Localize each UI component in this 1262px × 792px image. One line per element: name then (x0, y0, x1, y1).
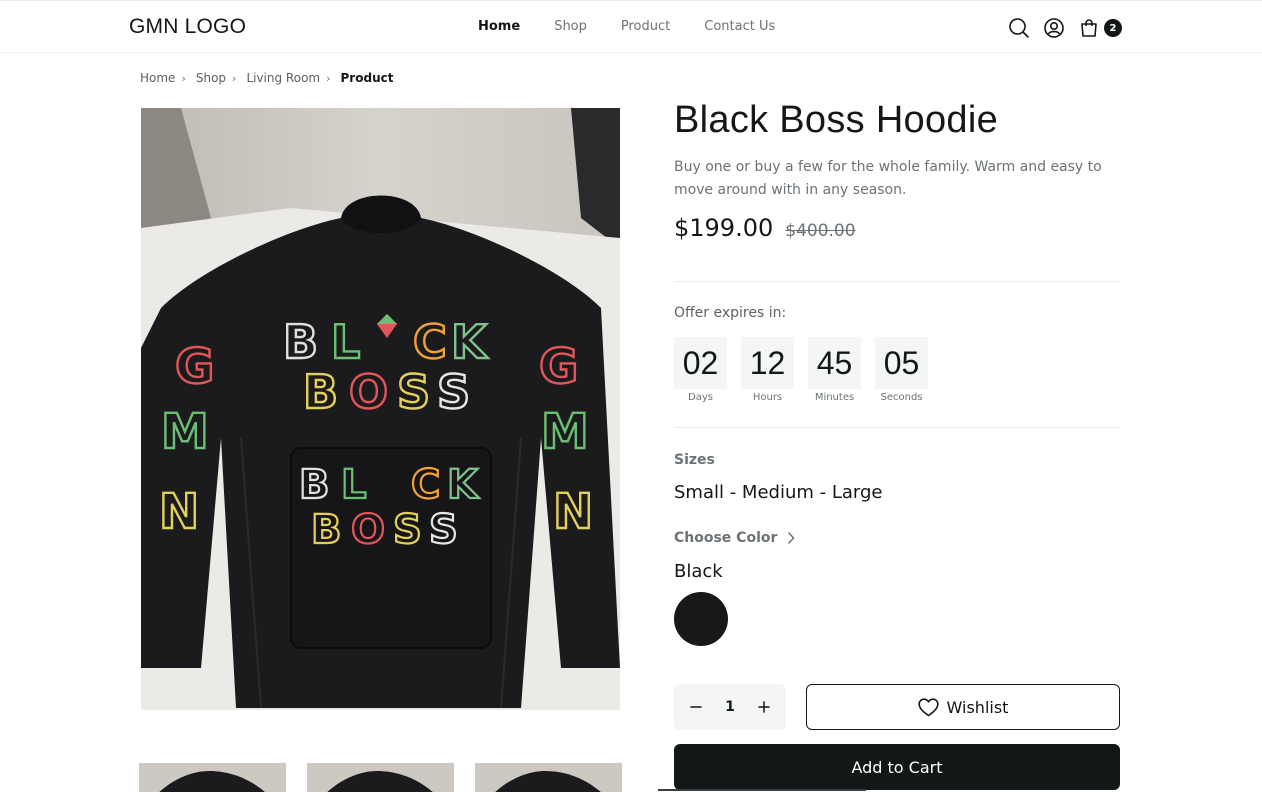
print-letter: S (397, 365, 430, 419)
print-letter: M (161, 404, 209, 460)
countdown-value: 45 (808, 337, 861, 389)
countdown-unit-label: Minutes (814, 392, 855, 403)
print-letter: B (311, 507, 342, 553)
print-letter: K (447, 462, 480, 508)
selected-color-name: Black (674, 561, 723, 582)
print-letter: S (393, 507, 422, 553)
print-letter: G (175, 339, 214, 395)
site-logo[interactable]: GMN LOGO (129, 15, 246, 39)
print-letter: B (303, 365, 338, 419)
sizes-label: Sizes (674, 452, 715, 468)
countdown-unit-label: Hours (752, 392, 783, 403)
chevron-right-icon (787, 532, 795, 544)
countdown-minutes: 45 Minutes (808, 337, 861, 403)
countdown-value: 05 (875, 337, 928, 389)
increase-quantity-button[interactable] (756, 699, 772, 715)
print-letter: G (539, 339, 578, 395)
choose-color-link[interactable]: Choose Color (674, 530, 795, 546)
print-letter: N (159, 484, 199, 540)
quantity-value[interactable]: 1 (725, 699, 735, 715)
price-row: $199.00 $400.00 (674, 214, 856, 242)
color-swatch-black[interactable] (674, 592, 728, 646)
decrease-quantity-button[interactable] (688, 699, 704, 715)
countdown-seconds: 05 Seconds (875, 337, 928, 403)
divider (674, 281, 1120, 282)
search-icon[interactable] (1007, 16, 1031, 40)
chevron-right-icon: › (232, 71, 237, 85)
quantity-stepper: 1 (674, 684, 786, 730)
print-letter: K (451, 315, 489, 369)
nav-contact-us[interactable]: Contact Us (704, 19, 775, 34)
print-letter: C (411, 462, 440, 508)
divider (674, 427, 1120, 428)
breadcrumb-home[interactable]: Home (140, 71, 175, 85)
nav-home[interactable]: Home (478, 19, 520, 34)
product-title: Black Boss Hoodie (674, 99, 999, 141)
countdown-value: 12 (741, 337, 794, 389)
add-to-cart-label: Add to Cart (851, 757, 943, 777)
current-price: $199.00 (674, 214, 774, 242)
scroll-indicator (658, 789, 866, 791)
print-letter: L (341, 462, 367, 508)
header-icons: 2 (1007, 16, 1122, 40)
product-main-image[interactable]: B L C K B O S S B L C K B O S S G M N G … (141, 108, 620, 710)
print-letter: M (541, 404, 589, 460)
countdown-timer: 02 Days 12 Hours 45 Minutes 05 Seconds (674, 337, 928, 403)
cart-button[interactable]: 2 (1077, 16, 1122, 40)
user-icon[interactable] (1042, 16, 1066, 40)
nav-shop[interactable]: Shop (554, 19, 587, 34)
wishlist-label: Wishlist (946, 697, 1009, 717)
product-description: Buy one or buy a few for the whole famil… (674, 159, 1102, 198)
print-letter: O (351, 507, 385, 553)
cart-icon[interactable] (1077, 16, 1101, 40)
main-nav: Home Shop Product Contact Us (478, 19, 809, 34)
breadcrumb-product: Product (340, 71, 394, 85)
countdown-value: 02 (674, 337, 727, 389)
product-thumbnail[interactable] (475, 763, 622, 792)
product-thumbnail[interactable] (139, 763, 286, 792)
original-price: $400.00 (785, 221, 856, 241)
breadcrumb: Home › Shop › Living Room › Product (140, 71, 393, 85)
countdown-hours: 12 Hours (741, 337, 794, 403)
site-header: GMN LOGO Home Shop Product Contact Us 2 (0, 1, 1262, 53)
print-letter: S (437, 365, 470, 419)
product-thumbnail[interactable] (307, 763, 454, 792)
nav-product[interactable]: Product (621, 19, 670, 34)
choose-color-label: Choose Color (674, 530, 778, 546)
print-letter: O (349, 365, 388, 419)
cart-count-badge: 2 (1104, 19, 1122, 37)
countdown-days: 02 Days (674, 337, 727, 403)
heart-icon (917, 697, 939, 717)
add-to-cart-button[interactable]: Add to Cart (674, 744, 1120, 790)
print-letter: C (413, 315, 447, 369)
offer-label: Offer expires in: (674, 305, 787, 321)
chevron-right-icon: › (181, 71, 186, 85)
breadcrumb-living-room[interactable]: Living Room (246, 71, 320, 85)
print-letter: N (553, 484, 593, 540)
sizes-value: Small - Medium - Large (674, 482, 883, 503)
print-letter: S (429, 507, 458, 553)
countdown-unit-label: Days (688, 392, 713, 403)
countdown-unit-label: Seconds (880, 392, 923, 403)
wishlist-button[interactable]: Wishlist (806, 684, 1120, 730)
print-letter: B (283, 315, 318, 369)
print-letter: L (331, 315, 360, 369)
breadcrumb-shop[interactable]: Shop (196, 71, 226, 85)
print-letter: B (299, 462, 330, 508)
thumbnail-strip (139, 763, 622, 792)
chevron-right-icon: › (326, 71, 331, 85)
